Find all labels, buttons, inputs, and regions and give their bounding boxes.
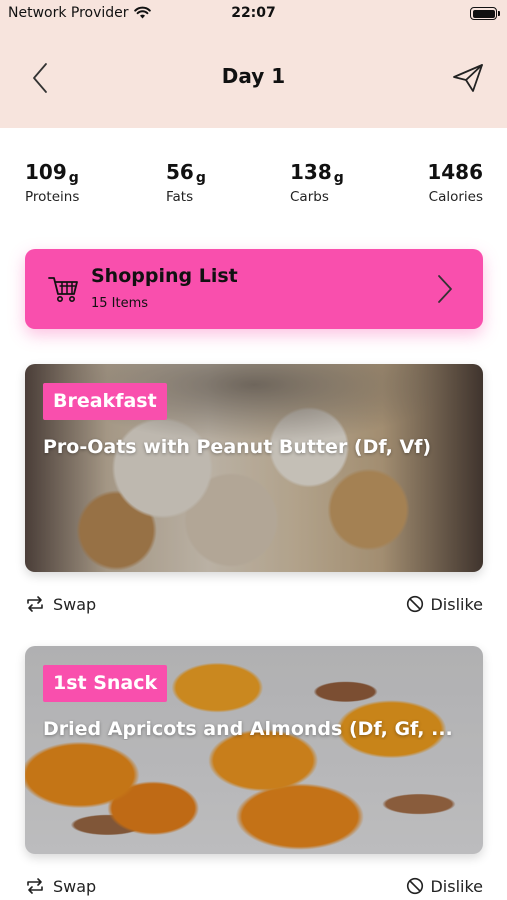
macro-label: Carbs <box>290 189 329 205</box>
swap-button[interactable]: Swap <box>25 591 96 617</box>
swap-icon <box>27 596 43 612</box>
swap-button[interactable]: Swap <box>25 873 96 899</box>
block-icon <box>407 877 424 895</box>
meal-card-snack[interactable]: 1st Snack Dried Apricots and Almonds (Df… <box>25 646 483 854</box>
dislike-label: Dislike <box>430 876 483 896</box>
swap-label: Swap <box>53 594 97 614</box>
cart-icon <box>48 277 78 302</box>
top-bar: Day 1 <box>0 28 507 128</box>
meal-type-badge: 1st Snack <box>43 665 168 702</box>
macro-value: 109 <box>25 160 67 184</box>
block-icon <box>407 595 424 613</box>
meal-card-breakfast[interactable]: Breakfast Pro-Oats with Peanut Butter (D… <box>25 364 483 572</box>
clock: 22:07 <box>231 5 276 21</box>
battery-icon <box>470 7 500 20</box>
shopping-list-count: 15 Items <box>91 296 149 311</box>
meal-type-badge: Breakfast <box>43 383 167 420</box>
dislike-button[interactable]: Dislike <box>406 591 483 617</box>
macro-label: Proteins <box>25 189 80 205</box>
shopping-list-title: Shopping List <box>91 265 238 287</box>
macro-summary: 109 g Proteins 56 g Fats 138 g Carbs 1486 C… <box>0 160 507 220</box>
swap-icon <box>27 878 43 894</box>
send-icon[interactable] <box>451 62 485 94</box>
meal-actions: Swap Dislike <box>25 591 483 617</box>
meal-actions: Swap Dislike <box>25 873 483 899</box>
macro-value: 138 <box>290 160 332 184</box>
macro-label: Fats <box>166 189 194 205</box>
meal-name: Pro-Oats with Peanut Butter (Df, Vf) <box>43 436 432 458</box>
status-bar: Network Provider 22:07 <box>0 0 507 28</box>
macro-value: 1486 <box>427 160 483 184</box>
macro-fats: 56 g Fats <box>166 160 206 205</box>
macro-value: 56 <box>166 160 194 184</box>
macro-carbs: 138 g Carbs <box>290 160 344 205</box>
macro-calories: 1486 Calories <box>427 160 483 205</box>
meal-name: Dried Apricots and Almonds (Df, Gf, ... <box>43 718 453 740</box>
dislike-button[interactable]: Dislike <box>406 873 483 899</box>
chevron-right-icon <box>438 275 452 303</box>
shopping-list-button[interactable]: Shopping List 15 Items <box>25 249 483 329</box>
dislike-label: Dislike <box>430 594 483 614</box>
macro-label: Calories <box>428 189 483 205</box>
macro-unit: g <box>333 170 344 186</box>
macro-unit: g <box>68 170 79 186</box>
page-title: Day 1 <box>221 64 286 88</box>
macro-proteins: 109 g Proteins <box>25 160 79 205</box>
macro-unit: g <box>195 170 206 186</box>
swap-label: Swap <box>53 876 97 896</box>
